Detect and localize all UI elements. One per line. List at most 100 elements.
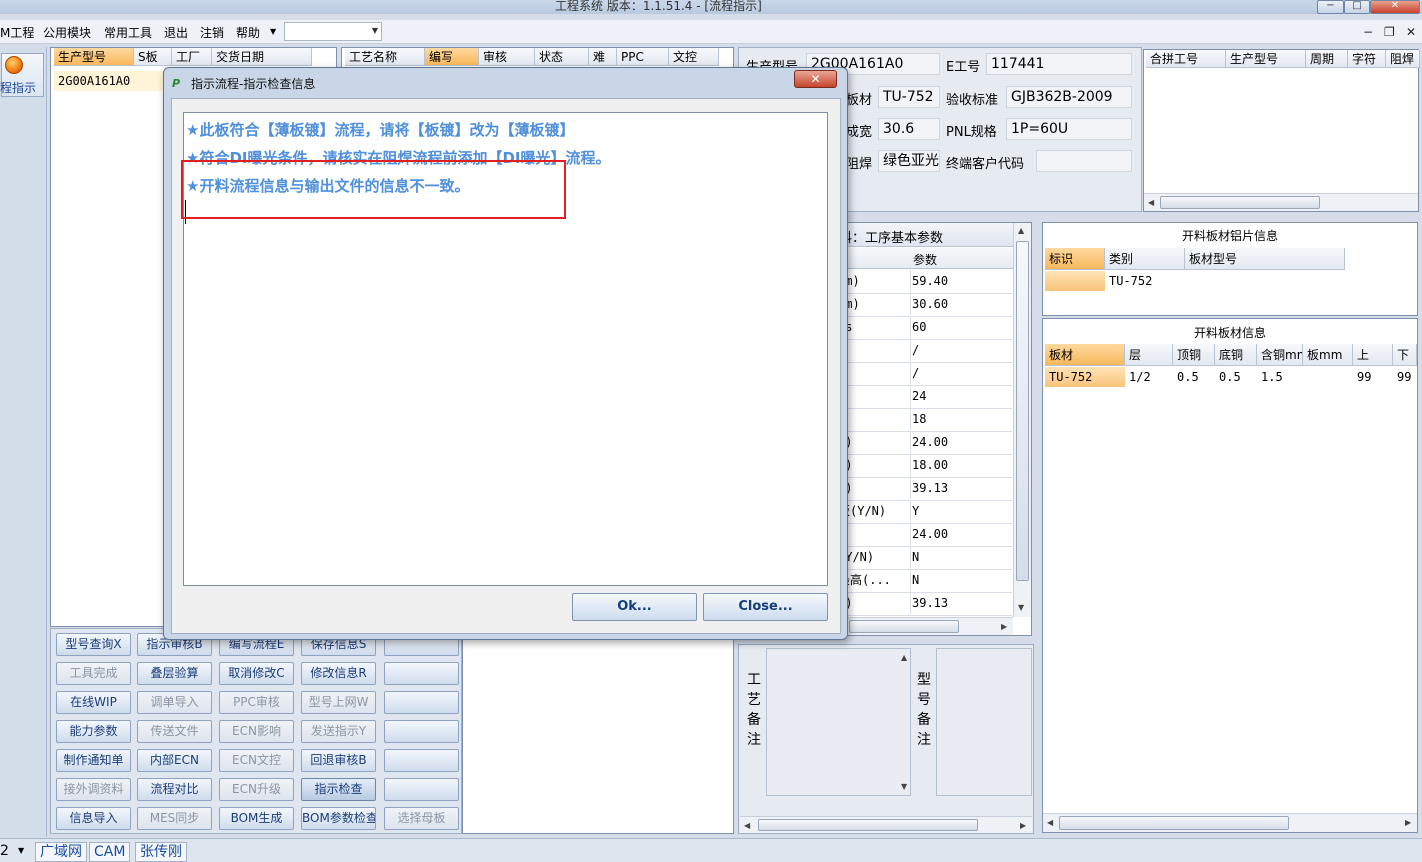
action-button[interactable]: 能力参数 [56,720,131,743]
action-button[interactable]: PPC审核 [219,691,294,714]
action-button[interactable]: 信息导入 [56,807,131,830]
col-writer[interactable]: 编写 [425,48,479,66]
col-category[interactable]: 类别 [1105,248,1185,270]
action-button[interactable]: 修改信息R [301,662,376,685]
action-button[interactable]: 在线WIP [56,691,131,714]
col-s-board[interactable]: S板 [134,48,172,66]
std-field[interactable]: GJB362B-2009 [1006,86,1132,108]
action-button[interactable]: 发送指示Y [301,720,376,743]
scroll-right-icon[interactable]: ▶ [1001,622,1007,631]
action-button[interactable]: 型号查询X [56,633,131,656]
col-merge-mask[interactable]: 阻焊 [1386,50,1420,68]
menu-help[interactable]: 帮助 [236,24,260,41]
close-window-button[interactable]: ✕ [1370,0,1420,14]
sheet-cell[interactable]: 0.5 [1173,367,1215,387]
scroll-thumb[interactable] [849,620,959,633]
col-merge-char[interactable]: 字符 [1348,50,1386,68]
process-remark-field[interactable]: ▲ ▼ [766,648,911,796]
col-tag[interactable]: 标识 [1045,248,1105,270]
page-dropdown-icon[interactable]: ▼ [18,846,24,855]
action-button[interactable]: 选择母板 [384,807,459,830]
mdi-minimize-button[interactable]: − [1363,25,1373,39]
sheet-col-header[interactable]: 顶铜 [1173,344,1215,366]
sheet-cell[interactable]: 0.5 [1215,367,1257,387]
model-remark-field[interactable] [936,648,1032,796]
action-button[interactable]: 调单导入 [137,691,212,714]
action-button[interactable]: BOM生成 [219,807,294,830]
help-dropdown-icon[interactable]: ▼ [270,27,276,36]
action-button[interactable]: ECN升级 [219,778,294,801]
action-button[interactable]: 指示检查 [301,778,376,801]
col-model[interactable]: 生产型号 [54,48,134,66]
sheet-col-header[interactable]: 上 [1353,344,1393,366]
action-button[interactable] [384,749,459,772]
alu-row-category[interactable]: TU-752 [1105,271,1185,291]
col-merge-period[interactable]: 周期 [1306,50,1348,68]
sheet-col-header[interactable]: 下 [1393,344,1417,366]
action-button[interactable]: ECN文控 [219,749,294,772]
mdi-close-button[interactable]: ✕ [1406,25,1416,39]
sheet-col-header[interactable]: 含铜mm [1257,344,1303,366]
action-button[interactable]: 工具完成 [56,662,131,685]
action-button[interactable] [384,778,459,801]
sheet-cell[interactable] [1303,367,1353,387]
sheet-cell[interactable]: 1/2 [1125,367,1173,387]
action-button[interactable]: 制作通知单 [56,749,131,772]
sheet-col-header[interactable]: 板mm [1303,344,1353,366]
col-reviewer[interactable]: 审核 [479,48,535,66]
col-delivery-date[interactable]: 交货日期 [212,48,312,66]
customer-field[interactable] [1036,150,1132,172]
scroll-thumb[interactable] [1059,816,1289,830]
menu-combo-box[interactable]: ▼ [284,22,382,41]
action-button[interactable]: 内部ECN [137,749,212,772]
action-button[interactable]: 型号上网W [301,691,376,714]
scroll-right-icon[interactable]: ▶ [1020,821,1026,830]
scroll-up-icon[interactable]: ▲ [1018,226,1024,235]
scroll-left-icon[interactable]: ◀ [744,821,750,830]
col-process-name[interactable]: 工艺名称 [345,48,425,66]
col-ppc[interactable]: PPC [617,48,669,66]
scroll-down-icon[interactable]: ▼ [1018,603,1024,612]
eno-field[interactable]: 117441 [986,53,1132,75]
ok-button[interactable]: Ok... [572,593,697,621]
action-button[interactable] [384,720,459,743]
col-factory[interactable]: 工厂 [172,48,212,66]
menu-logout[interactable]: 注销 [200,24,224,41]
width-field[interactable]: 30.6 [878,118,940,140]
col-merge-eno[interactable]: 合拼工号 [1146,50,1226,68]
menu-exit[interactable]: 退出 [164,24,188,41]
page-indicator[interactable]: 2 [0,843,9,859]
sheet-col-header[interactable]: 层 [1125,344,1173,366]
scroll-thumb[interactable] [1016,241,1029,581]
col-merge-model[interactable]: 生产型号 [1226,50,1306,68]
maximize-button[interactable]: □ [1344,0,1370,14]
scroll-left-icon[interactable]: ◀ [1148,198,1154,207]
action-button[interactable]: ECN影响 [219,720,294,743]
close-button[interactable]: Close... [703,593,828,621]
action-button[interactable]: MES同步 [137,807,212,830]
scroll-down-icon[interactable]: ▼ [901,782,907,791]
sheet-col-header[interactable]: 板材 [1045,344,1125,366]
col-doc-control[interactable]: 文控 [669,48,719,66]
mask-field[interactable]: 绿色亚光 [878,150,940,172]
action-button[interactable] [384,691,459,714]
remarks-hscrollbar[interactable]: ◀ ▶ [740,816,1032,833]
minimize-button[interactable]: − [1317,0,1344,14]
sheet-cell[interactable]: TU-752 [1045,367,1125,387]
sheet-cell[interactable]: 99 [1393,367,1417,387]
action-button[interactable]: 传送文件 [137,720,212,743]
sheet-field[interactable]: TU-752 [878,86,940,108]
sheet-hscrollbar[interactable]: ◀ ▶ [1043,813,1417,832]
action-button[interactable]: 接外调资料 [56,778,131,801]
action-button[interactable]: 叠层验算 [137,662,212,685]
sheet-col-header[interactable]: 底铜 [1215,344,1257,366]
order-row-model[interactable]: 2G00A161A0 [54,71,164,91]
action-button[interactable] [384,662,459,685]
col-difficulty[interactable]: 难 [589,48,617,66]
merge-hscrollbar[interactable]: ◀ [1144,193,1418,211]
scroll-right-icon[interactable]: ▶ [1405,818,1411,827]
action-button[interactable]: 回退审核B [301,749,376,772]
scroll-left-icon[interactable]: ◀ [1047,818,1053,827]
scroll-thumb[interactable] [758,819,978,831]
pnl-field[interactable]: 1P=60U [1006,118,1132,140]
